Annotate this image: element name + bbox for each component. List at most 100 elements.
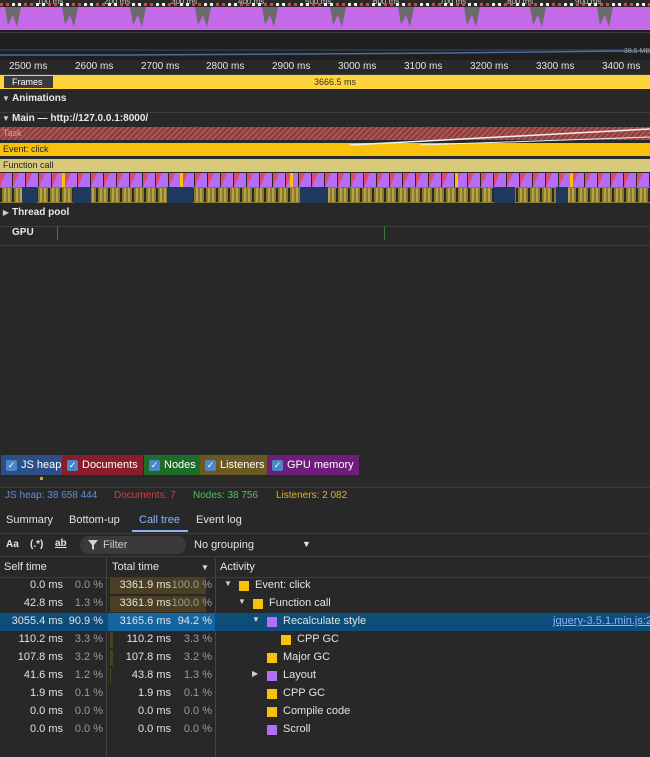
total-time-value: 43.8 ms (131, 669, 171, 681)
total-time-bar (110, 632, 113, 648)
expand-down-icon[interactable]: ▼ (224, 579, 232, 588)
thread-pool-track-title: Thread pool (12, 207, 70, 218)
details-tabs: Summary Bottom-up Call tree Event log (0, 510, 650, 534)
ruler-label: 3200 ms (470, 61, 509, 72)
table-row[interactable]: 42.8 ms 1.3 % 3361.9 ms 100.0 % ▼ Function ca… (0, 595, 650, 613)
total-time-percent: 100.0 % (171, 579, 212, 591)
table-row[interactable]: 41.6 ms 1.2 % 43.8 ms 1.3 % ▶ Layout (0, 667, 650, 685)
expand-icon: ▶ (2, 208, 10, 217)
total-time-value: 1.9 ms (137, 687, 171, 699)
total-time-header[interactable]: Total time (112, 561, 159, 573)
thread-pool-track-header[interactable]: ▶ Thread pool (0, 207, 650, 224)
gpu-memory-checkbox[interactable]: ✓ GPU memory (267, 455, 359, 475)
checkmark-icon: ✓ (272, 459, 283, 471)
ruler-label: 3400 ms (602, 61, 641, 72)
self-time-value: 1.9 ms (29, 687, 63, 699)
gpu-event-mark (57, 226, 58, 240)
table-row[interactable]: 107.8 ms 3.2 % 107.8 ms 3.2 % Major GC (0, 649, 650, 667)
self-time-header[interactable]: Self time (4, 561, 47, 573)
self-time-value: 0.0 ms (29, 723, 63, 735)
category-color-icon (267, 725, 277, 735)
activity-header[interactable]: Activity (220, 561, 255, 573)
table-row[interactable]: 0.0 ms 0.0 % 3361.9 ms 100.0 % ▼ Event: click (0, 577, 650, 595)
self-time-percent: 1.3 % (74, 597, 103, 609)
activity-name: CPP GC (283, 687, 325, 699)
self-time-percent: 3.2 % (74, 651, 103, 663)
expand-right-icon[interactable]: ▶ (252, 669, 258, 678)
divider (0, 245, 650, 246)
total-time-value: 0.0 ms (137, 723, 171, 735)
timeline-overview[interactable]: 100 ms200 ms300 ms400 ms500 ms600 ms700 … (0, 0, 650, 60)
self-time-percent: 0.0 % (74, 579, 103, 591)
tab-bottom-up[interactable]: Bottom-up (69, 514, 120, 526)
total-time-percent: 0.0 % (183, 705, 212, 717)
table-row[interactable]: 0.0 ms 0.0 % 0.0 ms 0.0 % Scroll (0, 721, 650, 739)
documents-value: Documents: 7 (114, 490, 176, 501)
nodes-label: Nodes (164, 459, 196, 471)
self-time-value: 110.2 ms (18, 633, 63, 645)
total-time-value: 3165.6 ms (119, 615, 171, 627)
filter-input[interactable]: Filter (80, 536, 186, 554)
total-time-percent: 3.2 % (183, 651, 212, 663)
total-time-percent: 3.3 % (183, 633, 212, 645)
flame-chart[interactable]: Frames 3666.5 ms ▼ Animations ▼ Main — htt… (0, 75, 650, 453)
function-call-bar[interactable]: Function call (0, 159, 650, 172)
total-time-value: 107.8 ms (125, 651, 171, 663)
total-time-value: 3361.9 ms (119, 597, 171, 609)
self-time-percent: 3.3 % (74, 633, 103, 645)
total-time-percent: 1.3 % (183, 669, 212, 681)
source-link[interactable]: jquery-3.5.1.min.js:2 (553, 615, 650, 627)
frames-duration: 3666.5 ms (314, 77, 357, 87)
call-tree-header: Self time Total time ▼ Activity (0, 558, 650, 578)
frames-bar[interactable]: Frames 3666.5 ms (0, 75, 650, 89)
gc-activity-row[interactable] (0, 187, 650, 203)
overview-cpu-chart (0, 7, 650, 30)
category-color-icon (267, 689, 277, 699)
activity-name: CPP GC (297, 633, 339, 645)
active-tab-indicator (132, 530, 188, 532)
table-row[interactable]: 3055.4 ms 90.9 % 3165.6 ms 94.2 % ▼ Recalcula… (0, 613, 650, 631)
recalculate-style-row[interactable] (0, 173, 650, 187)
overview-memory-label: 38.5 MB (623, 48, 650, 55)
activity-name: Scroll (283, 723, 311, 735)
total-time-bar (110, 650, 113, 666)
animations-track-header[interactable]: ▼ Animations (0, 93, 650, 110)
nodes-checkbox[interactable]: ✓ Nodes (144, 455, 201, 475)
js-heap-checkbox[interactable]: ✓ JS heap (1, 455, 67, 475)
js-heap-value: JS heap: 38 658 444 (5, 490, 98, 501)
ruler-label: 3100 ms (404, 61, 443, 72)
task-overlay-lines (349, 128, 650, 146)
expand-down-icon[interactable]: ▼ (238, 597, 246, 606)
call-tree-toolbar: Aa (.*) ab Filter No grouping ▼ (0, 535, 650, 557)
total-time-percent: 94.2 % (177, 615, 212, 627)
category-color-icon (281, 635, 291, 645)
ruler-label: 2700 ms (141, 61, 180, 72)
expand-icon: ▼ (2, 94, 10, 103)
memory-counters-legend: ✓ JS heap ✓ Documents ✓ Nodes ✓ Listeners ✓ G… (0, 454, 650, 477)
listeners-checkbox[interactable]: ✓ Listeners (200, 455, 270, 475)
whole-word-button[interactable]: ab (55, 538, 67, 549)
listeners-value: Listeners: 2 082 (276, 490, 348, 501)
match-case-button[interactable]: Aa (6, 539, 19, 550)
regex-button[interactable]: (.*) (30, 539, 43, 550)
table-row[interactable]: 110.2 ms 3.3 % 110.2 ms 3.3 % CPP GC (0, 631, 650, 649)
total-time-percent: 100.0 % (171, 597, 212, 609)
grouping-select[interactable]: No grouping ▼ (190, 536, 314, 554)
overview-ruler: 100 ms200 ms300 ms400 ms500 ms600 ms700 … (0, 0, 650, 7)
tab-event-log[interactable]: Event log (196, 514, 242, 526)
time-ruler: 2500 ms 2600 ms 2700 ms 2800 ms 2900 ms 3000 … (0, 60, 650, 75)
gpu-track-header[interactable]: GPU (0, 226, 650, 244)
checkmark-icon: ✓ (67, 459, 78, 471)
ruler-label: 2600 ms (75, 61, 114, 72)
tab-call-tree[interactable]: Call tree (139, 514, 180, 526)
documents-checkbox[interactable]: ✓ Documents (62, 455, 143, 475)
table-row[interactable]: 0.0 ms 0.0 % 0.0 ms 0.0 % Compile code (0, 703, 650, 721)
activity-name: Layout (283, 669, 317, 681)
tab-summary[interactable]: Summary (6, 514, 53, 526)
table-row[interactable]: 1.9 ms 0.1 % 1.9 ms 0.1 % CPP GC (0, 685, 650, 703)
frames-label: Frames (4, 76, 53, 88)
expand-down-icon[interactable]: ▼ (252, 615, 260, 624)
grouping-value: No grouping (194, 539, 254, 551)
self-time-value: 3055.4 ms (11, 615, 63, 627)
self-time-percent: 90.9 % (68, 615, 103, 627)
